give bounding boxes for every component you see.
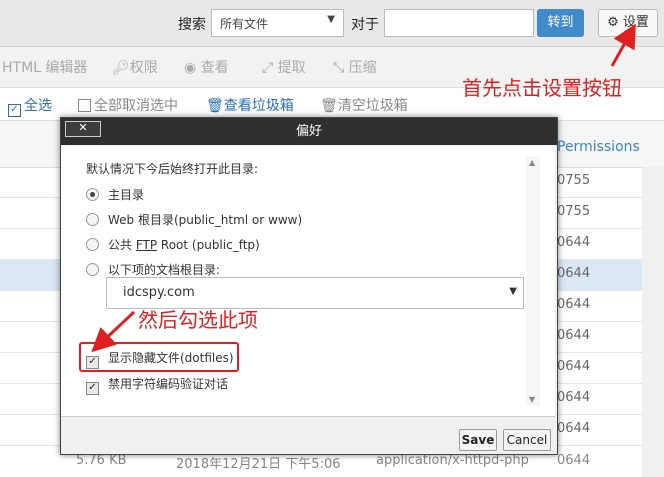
gear-icon: ⚙: [607, 15, 619, 30]
key-icon: 🔑︎: [112, 60, 130, 76]
empty-trash-button[interactable]: 🗑︎清空垃圾箱: [320, 95, 408, 115]
search-scope-value: 所有文件: [220, 17, 269, 31]
cancel-button[interactable]: Cancel: [503, 429, 551, 451]
option-label: Web 根目录(public_html or www): [108, 213, 303, 227]
view-trash-button[interactable]: 🗑︎查看垃圾箱: [206, 95, 294, 115]
permissions-column-header[interactable]: Permissions: [557, 139, 640, 155]
disable-charset-label: 禁用字符编码验证对话: [108, 377, 229, 391]
deselect-all-button[interactable]: 全部取消选中: [78, 95, 178, 115]
perm-cell: 0755: [557, 204, 591, 219]
empty-trash-label: 清空垃圾箱: [337, 98, 408, 114]
option-disable-charset[interactable]: ✓ 禁用字符编码验证对话: [86, 375, 228, 395]
goto-button[interactable]: 转到: [537, 9, 584, 37]
settings-button[interactable]: ⚙ 设置: [598, 9, 658, 37]
deselect-all-label: 全部取消选中: [94, 98, 178, 114]
size-cell: 5.76 KB: [76, 453, 127, 468]
perm-cell: 0644: [557, 235, 591, 250]
perm-cell: 0644: [557, 390, 591, 405]
dialog-body: 默认情况下今后始终打开此目录: 主目录 Web 根目录(public_html …: [61, 146, 555, 417]
annotation-step-2: 然后勾选此项: [138, 308, 258, 332]
toolbar-compress[interactable]: ⤡ 压缩: [333, 57, 377, 77]
perm-cell: 0644: [557, 453, 591, 468]
toolbar-extract[interactable]: ⤢ 提取: [262, 57, 306, 77]
radio[interactable]: [86, 263, 99, 276]
expand-icon: ⤢: [262, 60, 278, 76]
settings-label: 设置: [622, 15, 649, 30]
option-label: 公共 FTP Root (public_ftp): [108, 238, 260, 252]
radio[interactable]: [86, 213, 99, 226]
view-trash-label: 查看垃圾箱: [223, 98, 294, 114]
dialog-title: 偏好: [295, 124, 322, 139]
radio-selected[interactable]: [86, 188, 99, 201]
highlight-box: [79, 342, 239, 372]
disable-charset-checkbox[interactable]: ✓: [86, 382, 99, 395]
chevron-down-icon: ▼: [327, 14, 335, 25]
trash-icon: 🗑︎: [320, 98, 338, 114]
option-label: 以下项的文档根目录:: [108, 263, 221, 277]
option-label: 主目录: [108, 188, 145, 202]
toolbar-permissions-label: 权限: [129, 60, 158, 76]
toolbar-view[interactable]: ◉ 查看: [184, 57, 229, 77]
close-button[interactable]: ✕: [65, 121, 101, 137]
toolbar-extract-label: 提取: [277, 60, 306, 76]
option-docroot[interactable]: 以下项的文档根目录:: [86, 261, 220, 278]
trash-icon: 🗑︎: [206, 98, 224, 114]
checkbox-icon: ✓: [8, 104, 21, 117]
type-cell: application/x-httpd-php: [376, 453, 529, 468]
date-cell: 2018年12月21日 下午5:06: [176, 457, 341, 472]
eye-icon: ◉: [184, 60, 201, 76]
search-label: 搜索: [178, 17, 206, 33]
dialog-scrollbar[interactable]: ▲ ▼: [526, 156, 540, 406]
save-button[interactable]: Save: [459, 429, 497, 451]
compress-icon: ⤡: [333, 60, 349, 76]
option-web-root[interactable]: Web 根目录(public_html or www): [86, 211, 302, 228]
perm-cell: 0644: [557, 266, 591, 281]
toolbar-html-editor[interactable]: HTML 编辑器: [2, 57, 87, 77]
scroll-up-icon[interactable]: ▲: [529, 158, 535, 167]
option-home-dir[interactable]: 主目录: [86, 186, 144, 203]
toolbar-view-label: 查看: [200, 60, 229, 76]
close-icon: ✕: [78, 121, 88, 134]
annotation-step-1: 首先点击设置按钮: [462, 76, 622, 100]
scroll-down-icon[interactable]: ▼: [529, 395, 535, 404]
perm-cell: 0644: [557, 328, 591, 343]
radio[interactable]: [86, 238, 99, 251]
perm-cell: 0644: [557, 359, 591, 374]
perm-cell: 0644: [557, 297, 591, 312]
docroot-value: idcspy.com: [123, 285, 195, 300]
perm-cell: 0644: [557, 421, 591, 436]
for-label: 对于: [351, 17, 379, 33]
search-scope-select[interactable]: 所有文件 ▼: [211, 9, 344, 37]
chevron-down-icon: ▼: [509, 286, 517, 297]
toolbar-compress-label: 压缩: [348, 60, 377, 76]
top-search-bar: 搜索 所有文件 ▼ 对于 转到 ⚙ 设置: [0, 0, 664, 47]
perm-cell: 0755: [557, 173, 591, 188]
preferences-dialog: 偏好 ✕ 默认情况下今后始终打开此目录: 主目录 Web 根目录(public_…: [60, 117, 558, 455]
search-input[interactable]: [384, 9, 534, 37]
table-scrollbar[interactable]: [642, 167, 664, 477]
select-all-button[interactable]: ✓ 全选: [8, 95, 52, 117]
default-dir-prompt: 默认情况下今后始终打开此目录:: [86, 162, 259, 176]
select-all-label: 全选: [24, 98, 52, 114]
checkbox-empty-icon: [78, 99, 91, 112]
option-ftp-root[interactable]: 公共 FTP Root (public_ftp): [86, 236, 260, 253]
dialog-titlebar[interactable]: 偏好 ✕: [61, 118, 557, 145]
toolbar-permissions[interactable]: 🔑︎权限: [112, 57, 158, 77]
